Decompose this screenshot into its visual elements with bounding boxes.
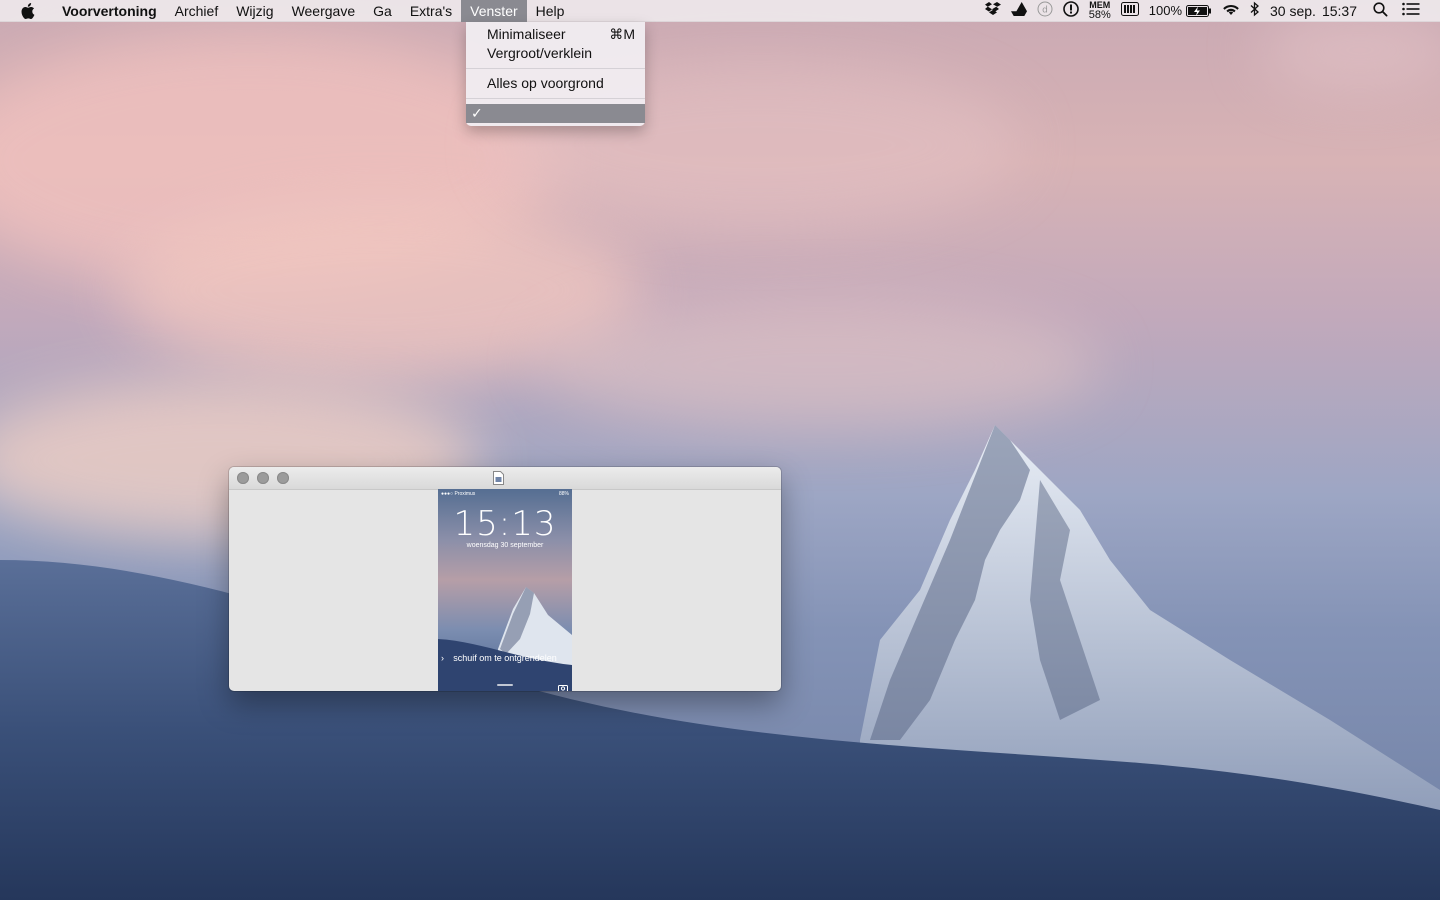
grabber-handle [497,684,513,686]
menu-weergave[interactable]: Weergave [283,0,365,22]
spotlight-search-icon[interactable] [1373,1,1388,20]
menu-item-bring-all-to-front[interactable]: Alles op voorgrond [466,74,645,93]
bluetooth-icon[interactable] [1250,1,1260,20]
battery-charging-icon [1186,4,1212,17]
menu-extras[interactable]: Extra's [401,0,461,22]
notification-center-icon[interactable] [1402,2,1420,19]
checkmark-icon: ✓ [471,105,483,121]
menu-venster[interactable]: Venster [461,0,527,22]
menu-ga[interactable]: Ga [364,0,401,22]
google-drive-icon[interactable] [1010,2,1027,19]
status-area: d MEM 58% 100% 30 sep. 15:37 [975,0,1440,22]
circle-d-icon[interactable]: d [1037,1,1053,20]
info-alert-icon[interactable] [1062,1,1079,20]
window-titlebar[interactable] [229,467,781,490]
menu-item-zoom[interactable]: Vergroot/verklein [466,44,645,63]
venster-dropdown-menu: Minimaliseer ⌘M Vergroot/verklein Alles … [466,22,645,126]
phone-lock-date: woensdag 30 september [466,542,544,549]
desktop-wallpaper [0,0,1440,900]
dropbox-icon[interactable] [984,2,1001,19]
close-button[interactable] [237,472,249,484]
phone-lock-time: 15:13 [453,504,557,544]
cpu-meter-icon[interactable] [1120,2,1139,19]
battery-indicator[interactable]: 100% [1149,3,1212,18]
menu-app-name[interactable]: Voorvertoning [53,0,166,22]
mountain-scene [0,425,1440,900]
clock-date[interactable]: 30 sep. [1270,3,1316,19]
minimize-shortcut: ⌘M [609,26,635,42]
minimize-button[interactable] [257,472,269,484]
apple-menu-icon[interactable] [17,2,39,19]
screenshot-image[interactable]: ●●●○ Proximus 88% 15:13 woensdag 30 sept… [438,489,572,691]
menu-bar: Voorvertoning Archief Wijzig Weergave Ga… [0,0,1440,22]
zoom-button[interactable] [277,472,289,484]
phone-status-bar: ●●●○ Proximus 88% [441,490,569,497]
menu-archief[interactable]: Archief [166,0,228,22]
menu-help[interactable]: Help [527,0,574,22]
clock-time[interactable]: 15:37 [1322,3,1357,19]
svg-text:d: d [1042,6,1048,16]
menu-separator [466,68,645,69]
memory-indicator[interactable]: MEM 58% [1089,0,1111,21]
document-proxy-icon[interactable] [493,471,504,490]
menu-wijzig[interactable]: Wijzig [227,0,282,22]
camera-icon [558,679,568,691]
phone-unlock-text: schuif om te ontgrendelen [453,653,557,663]
menu-item-open-window[interactable]: ✓ [466,104,645,123]
wifi-icon[interactable] [1222,2,1240,19]
preview-window: ●●●○ Proximus 88% 15:13 woensdag 30 sept… [229,467,781,691]
menu-separator [466,98,645,99]
menu-item-minimize[interactable]: Minimaliseer ⌘M [466,25,645,44]
